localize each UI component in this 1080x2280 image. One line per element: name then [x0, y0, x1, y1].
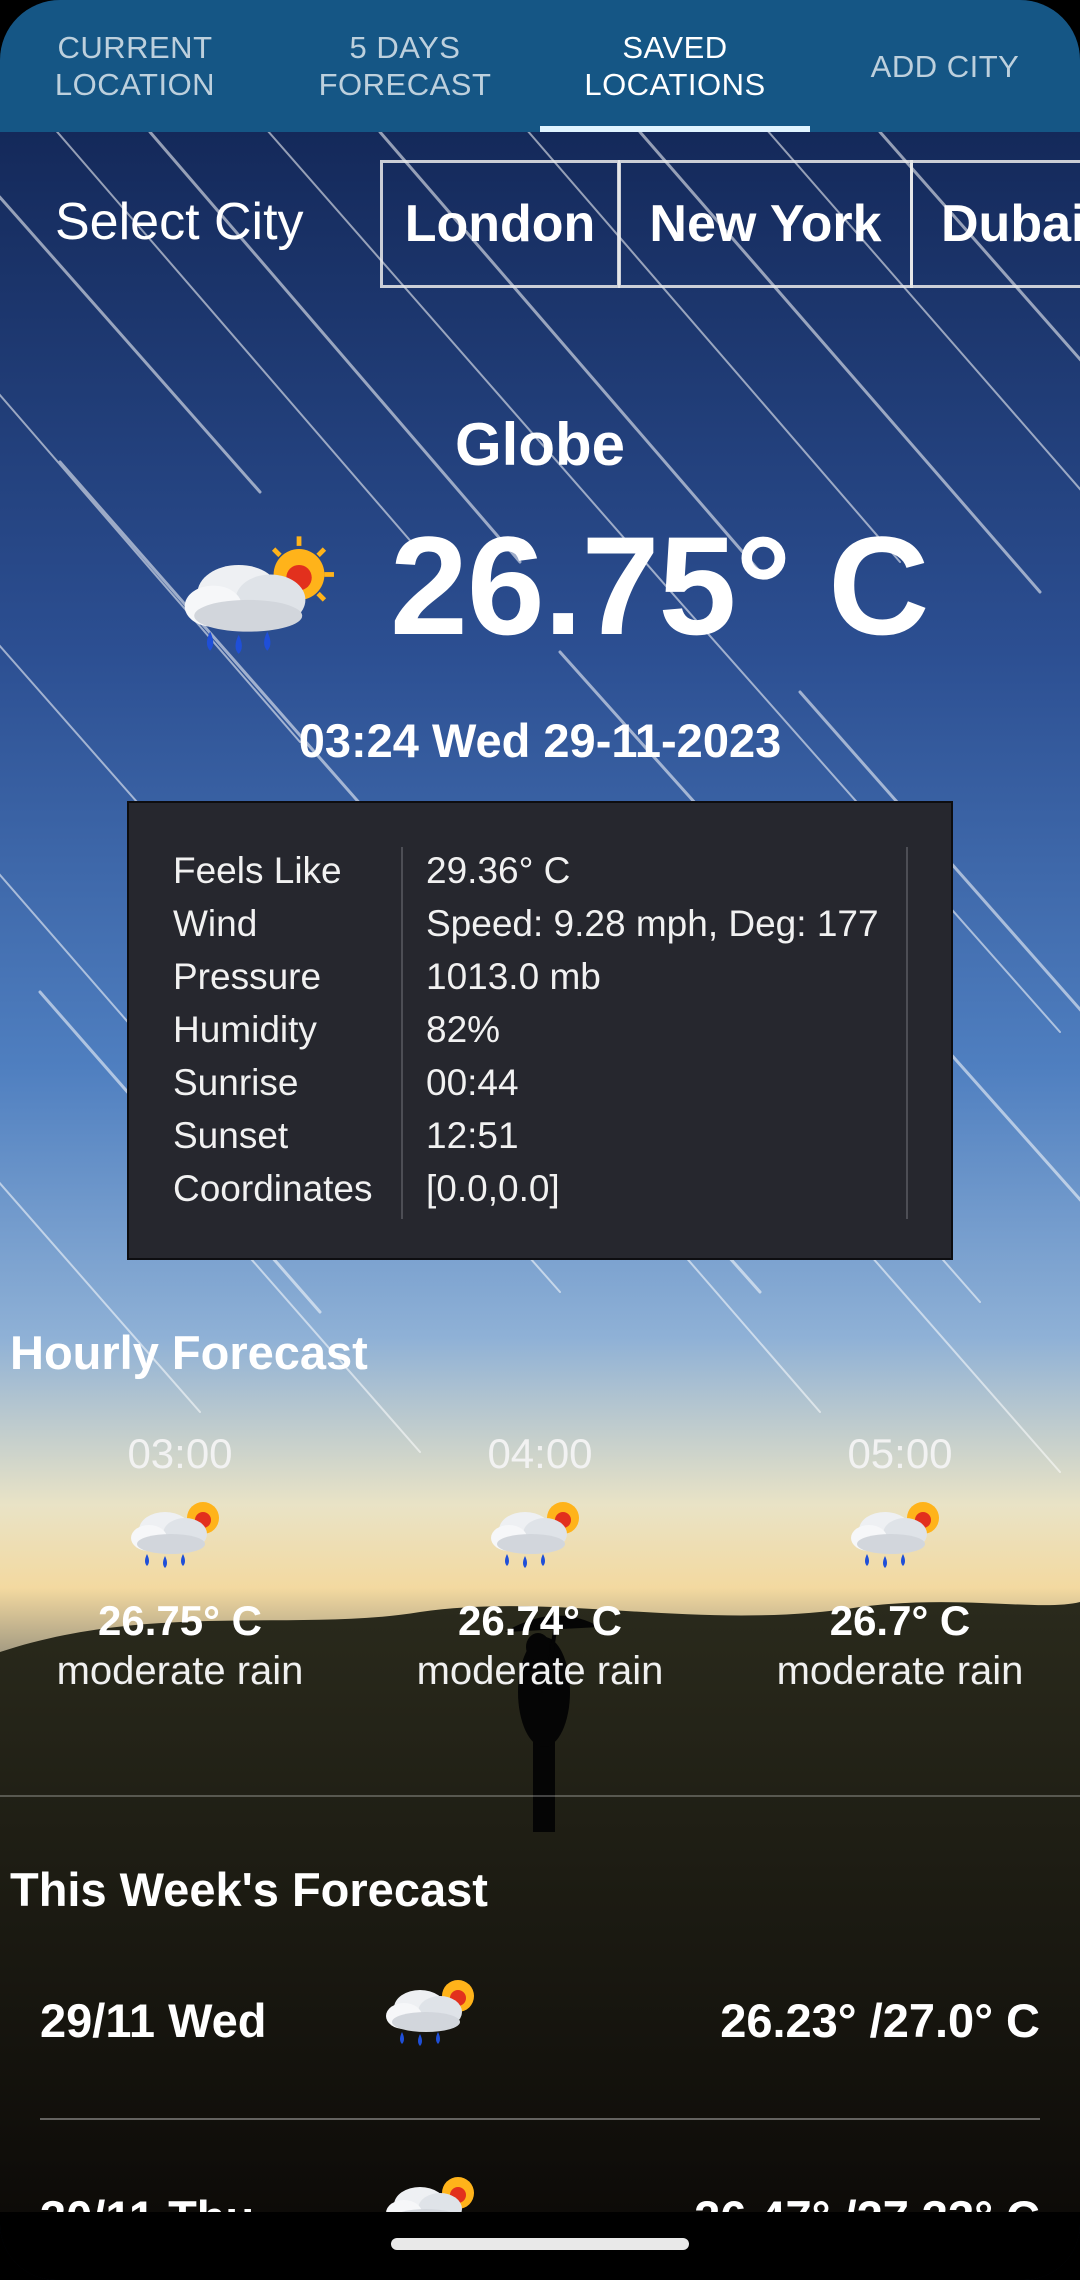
tab-bar: CURRENT LOCATION 5 DAYS FORECAST SAVED LOCA… [0, 0, 1080, 132]
weekly-minmax: 26.23° /27.0° C [720, 1994, 1040, 2047]
tab-label: FORECAST [318, 67, 492, 102]
detail-row-feels-like: Feels Like 29.36° C [129, 850, 955, 903]
detail-row-humidity: Humidity 82% [129, 1009, 955, 1062]
detail-row-sunrise: Sunrise 00:44 [129, 1062, 955, 1115]
tab-saved-locations[interactable]: SAVED LOCATIONS [540, 0, 810, 132]
hourly-forecast-title: Hourly Forecast [10, 1326, 368, 1379]
hourly-item[interactable]: 03:00 26.75° C moderate rain [15, 1430, 345, 1694]
detail-row-coordinates: Coordinates [0.0,0.0] [129, 1168, 955, 1221]
home-gesture-handle[interactable] [391, 2238, 689, 2250]
detail-label: Sunset [173, 1115, 289, 1156]
app-screen: CURRENT LOCATION 5 DAYS FORECAST SAVED LOCA… [0, 0, 1080, 2280]
detail-value: 12:51 [426, 1115, 519, 1156]
hourly-time: 05:00 [847, 1430, 953, 1477]
detail-label: Wind [173, 903, 258, 944]
detail-row-wind: Wind Speed: 9.28 mph, Deg: 177 [129, 903, 955, 956]
row-divider [40, 2118, 1040, 2120]
weekly-forecast-title: This Week's Forecast [10, 1863, 488, 1916]
detail-label: Feels Like [173, 850, 342, 891]
weekly-row[interactable]: 29/11 Wed 26.23° /27.0° C [0, 1980, 1080, 2133]
tab-label: LOCATION [54, 67, 216, 102]
weather-details-panel: Feels Like 29.36° C Wind Speed: 9.28 mph… [127, 801, 953, 1260]
tab-label: CURRENT [57, 30, 213, 65]
hourly-temp: 26.75° C [98, 1597, 262, 1644]
rain-cloud-sun-icon [175, 530, 350, 665]
hourly-desc: moderate rain [776, 1649, 1024, 1693]
detail-label: Sunrise [173, 1062, 299, 1103]
detail-label: Humidity [173, 1009, 317, 1050]
current-datetime: 03:24 Wed 29-11-2023 [298, 714, 782, 767]
current-temperature: 26.75° C [390, 507, 929, 664]
rain-cloud-sun-icon [380, 1968, 490, 2053]
tab-label: ADD CITY [870, 48, 1020, 84]
rain-cloud-sun-icon [485, 1490, 595, 1575]
hourly-temp: 26.7° C [829, 1597, 971, 1644]
hourly-item[interactable]: 04:00 26.74° C moderate rain [375, 1430, 705, 1694]
tab-label: LOCATIONS [584, 67, 766, 102]
rain-cloud-sun-icon [125, 1490, 235, 1575]
tab-indicator [540, 126, 810, 132]
hourly-time: 03:00 [127, 1430, 233, 1477]
detail-row-sunset: Sunset 12:51 [129, 1115, 955, 1168]
hourly-desc: moderate rain [56, 1649, 304, 1693]
hourly-item[interactable]: 05:00 26.7° C moderate rain [735, 1430, 1065, 1694]
weekly-day: 29/11 Wed [40, 1994, 267, 2047]
select-city-label: Select City [55, 193, 304, 251]
rain-cloud-sun-icon [845, 1490, 955, 1575]
tab-label: SAVED [622, 30, 728, 65]
current-city-name: Globe [454, 411, 625, 478]
detail-value: Speed: 9.28 mph, Deg: 177 [426, 903, 879, 944]
detail-value: 29.36° C [426, 850, 571, 891]
detail-row-pressure: Pressure 1013.0 mb [129, 956, 955, 1009]
hourly-time: 04:00 [487, 1430, 593, 1477]
hourly-temp: 26.74° C [458, 1597, 622, 1644]
detail-label: Pressure [173, 956, 322, 997]
tab-add-city[interactable]: ADD CITY [810, 0, 1080, 132]
city-button-dubai[interactable]: Dubai [910, 160, 1080, 288]
hourly-desc: moderate rain [416, 1649, 664, 1693]
city-button-new-york[interactable]: New York [618, 160, 913, 288]
section-divider [0, 1795, 1080, 1797]
detail-label: Coordinates [173, 1168, 373, 1209]
tab-label: 5 DAYS [349, 30, 461, 65]
city-button-london[interactable]: London [380, 160, 620, 288]
detail-value: 1013.0 mb [426, 956, 601, 997]
detail-value: [0.0,0.0] [426, 1168, 560, 1209]
tab-5-days-forecast[interactable]: 5 DAYS FORECAST [270, 0, 540, 132]
tab-current-location[interactable]: CURRENT LOCATION [0, 0, 270, 132]
detail-value: 82% [426, 1009, 501, 1050]
detail-value: 00:44 [426, 1062, 519, 1103]
